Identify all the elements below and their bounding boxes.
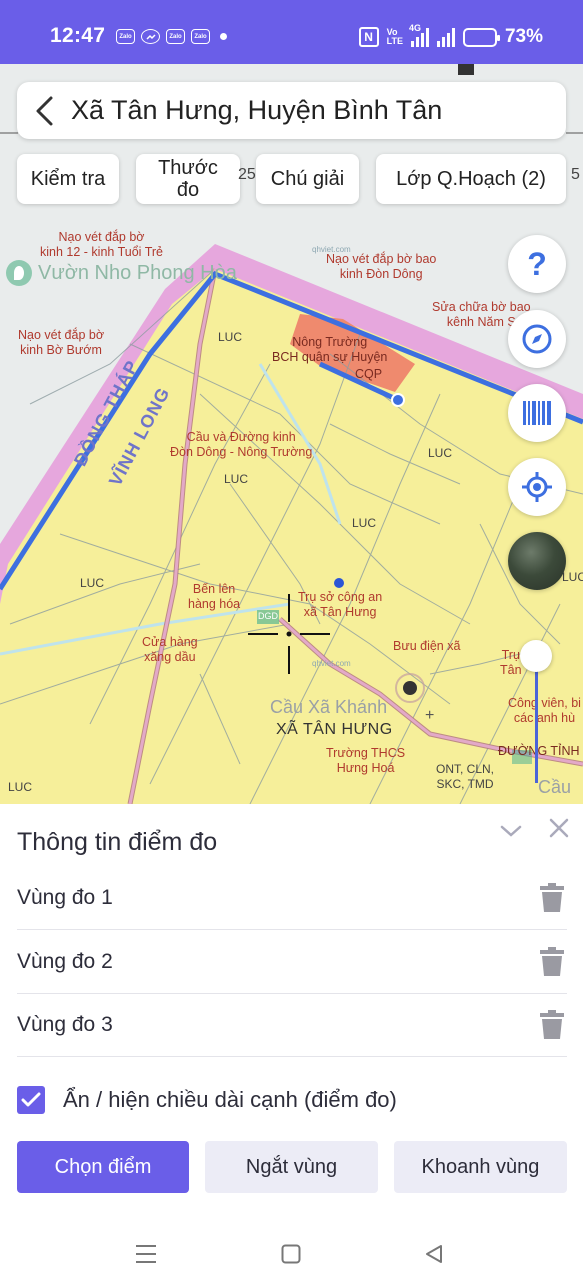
- map-label: Trụ sở công an xã Tân Hưng: [298, 590, 383, 619]
- map-label: CQP: [355, 367, 383, 381]
- vuon-nho-label: Vườn Nho Phong Hòa: [6, 260, 237, 286]
- edge-length-toggle[interactable]: Ẩn / hiện chiều dài cạnh (điểm đo): [17, 1086, 397, 1114]
- back-arrow-icon[interactable]: [17, 82, 71, 139]
- system-status: N Vo LTE 4G 73%: [358, 23, 543, 48]
- zone-label: Vùng đo 2: [17, 950, 113, 973]
- nfc-icon: N: [358, 27, 379, 47]
- luc-label: LUC: [562, 570, 583, 584]
- home-square-icon: [281, 1244, 301, 1264]
- scale-label: 25: [238, 166, 256, 183]
- zalo-icon: Zalo: [166, 29, 185, 44]
- signal-icon: [436, 27, 455, 47]
- commune-name-label: XÃ TÂN HƯNG: [276, 721, 393, 738]
- trash-icon[interactable]: [537, 1008, 567, 1042]
- zoom-slider-handle[interactable]: [520, 640, 552, 672]
- map-label: Cửa hàng xăng dầu: [142, 635, 198, 664]
- map-label: DGD: [258, 611, 278, 621]
- map-label: ĐƯỜNG TỈNH 8: [498, 744, 583, 758]
- map-label: ONT, CLN, SKC, TMD: [436, 762, 495, 791]
- break-zone-button[interactable]: Ngắt vùng: [205, 1141, 378, 1193]
- map-label: Trường THCS Hưng Hoá: [326, 746, 406, 775]
- select-point-button[interactable]: Chọn điểm: [17, 1141, 189, 1193]
- clock: 12:47: [50, 24, 106, 47]
- luc-label: LUC: [224, 472, 249, 486]
- trash-icon[interactable]: [537, 881, 567, 915]
- my-location-button[interactable]: [508, 458, 566, 516]
- planning-layer-button[interactable]: Lớp Q.Hoạch (2): [376, 154, 566, 204]
- measure-info-panel: Thông tin điểm đo Vùng đo 1 Vùng đo 2 Vù…: [0, 804, 583, 1224]
- map-label: Cầu và Đường kinh Đòn Dông - Nông Trường: [170, 430, 313, 459]
- zalo-icon: Zalo: [191, 29, 210, 44]
- scale-label: 5: [571, 166, 580, 183]
- legend-button[interactable]: Chú giải: [256, 154, 359, 204]
- battery-percent: 73%: [504, 26, 543, 47]
- luc-label: LUC: [80, 576, 105, 590]
- watermark: qhviet.com: [312, 245, 351, 254]
- checkmark-icon: [21, 1092, 41, 1107]
- draw-zone-button[interactable]: Khoanh vùng: [394, 1141, 567, 1193]
- zalo-icon: Zalo: [116, 29, 135, 44]
- zone-row[interactable]: Vùng đo 1: [17, 867, 567, 930]
- zone-label: Vùng đo 3: [17, 1013, 113, 1036]
- luc-label: LUC: [218, 330, 243, 344]
- barcode-button[interactable]: [508, 384, 566, 442]
- more-notifications-dot: [220, 33, 227, 40]
- zone-row[interactable]: Vùng đo 2: [17, 931, 567, 994]
- garden-place-icon: [6, 260, 32, 286]
- compass-icon: [522, 324, 552, 354]
- home-nav-button[interactable]: [271, 1234, 311, 1274]
- map-label: Cầu: [538, 777, 572, 797]
- trash-icon[interactable]: [537, 945, 567, 979]
- location-title[interactable]: Xã Tân Hưng, Huyện Bình Tân: [71, 95, 442, 126]
- luc-label: LUC: [8, 780, 33, 794]
- menu-icon: [136, 1245, 156, 1263]
- map-label: Bưu điện xã: [393, 639, 461, 653]
- notification-icons: Zalo Zalo Zalo: [116, 29, 227, 44]
- volte-icon: Vo LTE: [386, 27, 403, 46]
- chevron-down-icon[interactable]: [498, 818, 524, 844]
- help-button[interactable]: ?: [508, 235, 566, 293]
- close-icon[interactable]: [547, 816, 571, 840]
- map-label: Trụ Tân: [500, 648, 522, 677]
- zoom-slider-track[interactable]: [535, 655, 538, 783]
- system-nav-bar: [0, 1224, 583, 1280]
- battery-icon: [462, 27, 500, 47]
- barcode-icon: [523, 401, 551, 425]
- zone-label: Vùng đo 1: [17, 886, 113, 909]
- locate-icon: [522, 472, 552, 502]
- back-nav-button[interactable]: [414, 1234, 454, 1274]
- zone-row[interactable]: Vùng đo 3: [17, 994, 567, 1057]
- watermark: qhviet.com: [312, 659, 351, 668]
- check-button[interactable]: Kiểm tra: [17, 154, 119, 204]
- checkbox[interactable]: [17, 1086, 45, 1114]
- map-label: Nạo vét đắp bờ kinh Bờ Bướm: [18, 328, 105, 357]
- luc-label: LUC: [352, 516, 377, 530]
- panel-title: Thông tin điểm đo: [17, 828, 218, 856]
- status-bar: 12:47 Zalo Zalo Zalo N Vo LTE 4G 73%: [0, 0, 583, 64]
- back-triangle-icon: [426, 1245, 442, 1263]
- ruler-button[interactable]: Thước đo: [136, 154, 240, 204]
- signal-4g-icon: 4G: [409, 23, 429, 47]
- satellite-layer-button[interactable]: [508, 532, 566, 590]
- map-label: Bến lên hàng hóa: [188, 582, 241, 611]
- luc-label: LUC: [428, 446, 453, 460]
- messenger-icon: [141, 29, 160, 44]
- menu-nav-button[interactable]: [126, 1234, 166, 1274]
- question-icon: ?: [527, 245, 547, 282]
- toggle-label: Ẩn / hiện chiều dài cạnh (điểm đo): [63, 1087, 397, 1112]
- map-label: Nạo vét đắp bờ kinh 12 - kinh Tuổi Trẻ: [40, 230, 163, 259]
- map-label: Nông Trường BCH quân sự Huyện: [272, 335, 388, 364]
- svg-text:+: +: [425, 707, 434, 724]
- location-header: Xã Tân Hưng, Huyện Bình Tân: [17, 82, 566, 139]
- map-label: Công viên, bi các anh hù: [508, 696, 581, 725]
- compass-button[interactable]: [508, 310, 566, 368]
- map-label: Cầu Xã Khánh: [270, 697, 388, 717]
